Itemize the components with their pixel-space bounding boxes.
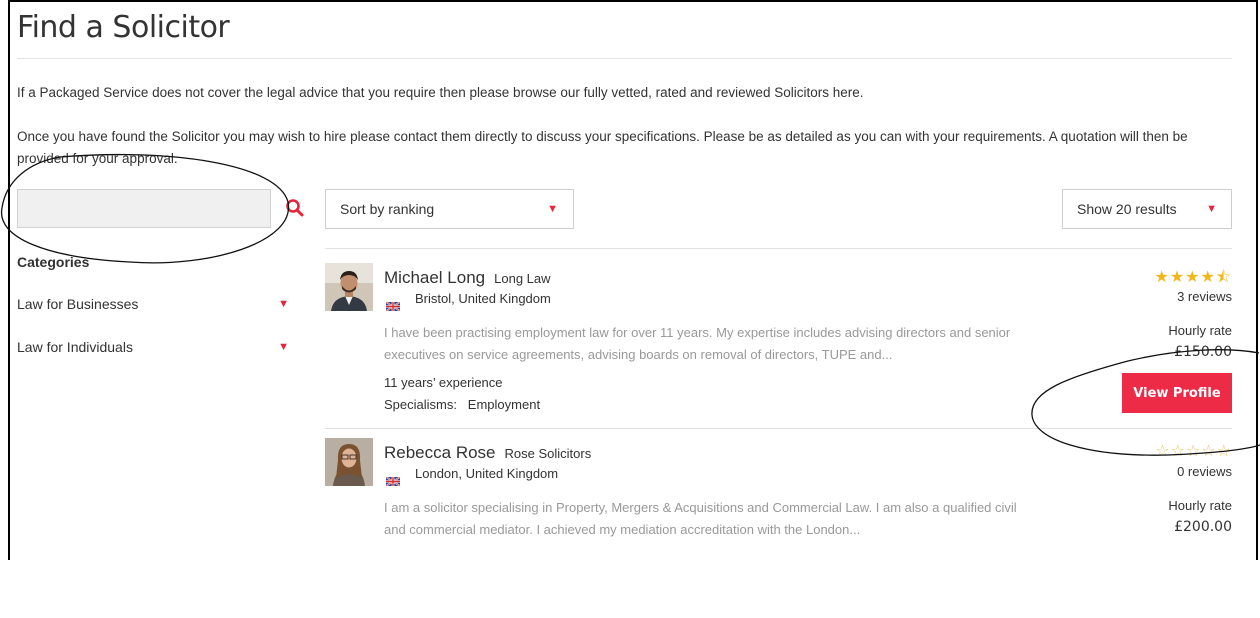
- dropdown-arrow-icon: ▼: [278, 298, 289, 310]
- dropdown-arrow-icon: ▼: [1206, 203, 1217, 215]
- solicitor-location: Bristol, United Kingdom: [415, 291, 551, 306]
- solicitor-card: Michael Long Long Law Bristol, United Kin…: [325, 263, 1232, 443]
- hourly-rate-label: Hourly rate: [1168, 323, 1232, 338]
- search-icon[interactable]: [285, 198, 305, 218]
- results-per-page-label: Show 20 results: [1077, 201, 1177, 217]
- sort-select[interactable]: Sort by ranking ▼: [325, 189, 574, 229]
- solicitor-location: London, United Kingdom: [415, 466, 559, 481]
- review-count[interactable]: 3 reviews: [1177, 289, 1232, 304]
- star-rating: ☆☆☆☆☆: [1155, 441, 1232, 460]
- category-label: Law for Individuals: [17, 339, 133, 355]
- view-profile-button[interactable]: View Profile: [1122, 373, 1232, 413]
- avatar[interactable]: [325, 263, 373, 311]
- categories-heading: Categories: [17, 254, 90, 270]
- solicitor-name[interactable]: Michael Long Long Law: [384, 268, 551, 288]
- uk-flag-icon: [385, 296, 401, 312]
- search-input[interactable]: [17, 189, 271, 228]
- sort-select-label: Sort by ranking: [340, 201, 435, 217]
- firm-name: Long Law: [494, 271, 551, 286]
- category-label: Law for Businesses: [17, 296, 139, 312]
- list-divider: [325, 428, 1232, 429]
- solicitor-bio: I am a solicitor specialising in Propert…: [384, 500, 1017, 537]
- solicitor-name-text: Michael Long: [384, 268, 486, 287]
- page-title: Find a Solicitor: [17, 10, 230, 45]
- solicitor-name[interactable]: Rebecca Rose Rose Solicitors: [384, 443, 591, 463]
- results-per-page-select[interactable]: Show 20 results ▼: [1062, 189, 1232, 229]
- solicitor-bio: I have been practising employment law fo…: [384, 325, 1011, 362]
- list-divider: [325, 248, 1232, 249]
- dropdown-arrow-icon: ▼: [278, 341, 289, 353]
- category-law-for-individuals[interactable]: Law for Individuals ▼: [17, 339, 297, 361]
- solicitor-name-text: Rebecca Rose: [384, 443, 496, 462]
- review-count[interactable]: 0 reviews: [1177, 464, 1232, 479]
- hourly-rate-label: Hourly rate: [1168, 498, 1232, 513]
- intro-paragraph: If a Packaged Service does not cover the…: [17, 85, 864, 100]
- category-law-for-businesses[interactable]: Law for Businesses ▼: [17, 296, 297, 318]
- title-divider: [17, 58, 1232, 59]
- solicitor-card: Rebecca Rose Rose Solicitors London, Unit…: [325, 438, 1232, 618]
- firm-name: Rose Solicitors: [504, 446, 592, 461]
- instructions-paragraph: Once you have found the Solicitor you ma…: [17, 129, 1188, 166]
- hourly-rate-value: £200.00: [1174, 519, 1232, 535]
- dropdown-arrow-icon: ▼: [547, 203, 558, 215]
- uk-flag-icon: [385, 471, 401, 487]
- hourly-rate-value: £150.00: [1174, 344, 1232, 360]
- specialisms-text: Specialisms: Employment: [384, 397, 541, 412]
- experience-text: 11 years’ experience: [384, 375, 503, 390]
- avatar[interactable]: [325, 438, 373, 486]
